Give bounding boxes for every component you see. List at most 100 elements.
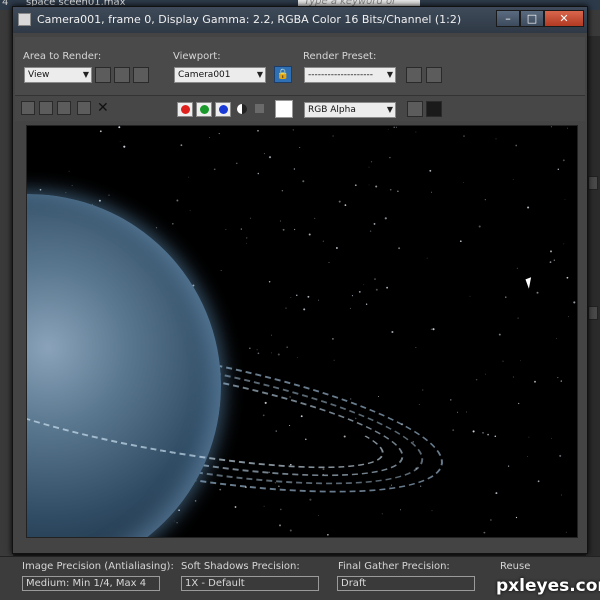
star (556, 338, 557, 339)
rendered-image-viewport[interactable] (26, 125, 578, 538)
save-image-icon[interactable] (21, 101, 35, 115)
star (462, 181, 464, 183)
star (293, 168, 296, 170)
auto-region-icon[interactable] (114, 67, 130, 83)
star (562, 159, 565, 162)
star (527, 206, 530, 209)
star (517, 317, 519, 319)
star (292, 129, 294, 131)
star (505, 296, 507, 298)
final-gather-field[interactable]: Draft (337, 576, 475, 591)
star (429, 169, 432, 172)
star (189, 210, 191, 212)
blue-channel-toggle[interactable] (215, 102, 231, 117)
star (331, 337, 334, 340)
alpha-channel-icon[interactable] (237, 104, 247, 114)
star (557, 168, 559, 170)
color-swatch[interactable] (275, 100, 293, 118)
star (389, 156, 391, 159)
star (368, 184, 370, 186)
background-side-tab[interactable] (588, 306, 598, 320)
window-app-icon (18, 13, 31, 26)
star (568, 316, 569, 318)
render-setup-icon[interactable] (406, 67, 422, 83)
star (495, 138, 497, 140)
background-number: 4 (2, 0, 9, 8)
star (363, 284, 365, 286)
area-to-render-dropdown[interactable]: View ▼ (24, 67, 92, 83)
star (515, 144, 518, 147)
star (549, 261, 552, 263)
star (487, 433, 489, 436)
soft-shadows-label: Soft Shadows Precision: (181, 561, 300, 572)
viewport-dropdown[interactable]: Camera001 ▼ (174, 67, 266, 83)
star (507, 465, 510, 467)
display-channel-value: RGB Alpha (308, 105, 356, 115)
star (180, 144, 183, 147)
monochrome-icon[interactable] (255, 104, 264, 113)
star (118, 126, 121, 129)
star (430, 328, 432, 330)
star (553, 259, 555, 261)
star (520, 360, 521, 362)
lock-icon[interactable]: 🔒 (274, 66, 292, 83)
green-channel-toggle[interactable] (196, 102, 212, 117)
star (560, 380, 562, 382)
watermark-logo: pxleyes.com (496, 576, 600, 596)
star (395, 126, 397, 128)
copy-image-icon[interactable] (39, 101, 53, 115)
image-precision-field[interactable]: Medium: Min 1/4, Max 4 (22, 576, 160, 591)
star (370, 161, 373, 163)
star (387, 128, 389, 130)
viewport-label: Viewport: (173, 51, 221, 62)
display-channel-dropdown[interactable]: RGB Alpha ▼ (304, 102, 396, 118)
minimize-button[interactable]: – (496, 10, 520, 27)
star (176, 199, 179, 202)
star (551, 437, 552, 439)
star (431, 510, 433, 512)
edit-region-icon[interactable] (95, 67, 111, 83)
star (550, 126, 552, 128)
star (557, 377, 559, 379)
star (457, 411, 459, 413)
final-gather-label: Final Gather Precision: (338, 561, 450, 572)
star (559, 454, 562, 457)
star (108, 194, 110, 196)
star (271, 334, 273, 336)
star (512, 376, 514, 378)
star (512, 179, 514, 180)
maximize-button[interactable]: □ (520, 10, 544, 27)
star (378, 396, 380, 397)
window-title: Camera001, frame 0, Display Gamma: 2.2, … (37, 13, 462, 26)
star (400, 509, 402, 511)
star (422, 389, 424, 391)
toggle-ui-icon[interactable] (426, 101, 442, 117)
star (209, 137, 210, 138)
star (528, 436, 530, 438)
clone-frame-icon[interactable] (57, 101, 71, 115)
close-button[interactable]: ✕ (544, 10, 584, 27)
star (213, 168, 216, 171)
print-icon[interactable] (77, 101, 91, 115)
star (564, 199, 566, 200)
environment-effects-icon[interactable] (426, 67, 442, 83)
red-channel-toggle[interactable] (177, 102, 193, 117)
star (389, 188, 392, 191)
star (398, 247, 401, 250)
star (296, 294, 298, 296)
star (277, 353, 280, 356)
star (219, 488, 222, 491)
star (246, 242, 247, 244)
star (452, 429, 455, 431)
star (220, 270, 222, 271)
toggle-ui-overlay-icon[interactable] (407, 101, 423, 117)
star (472, 430, 475, 433)
clear-icon[interactable]: ✕ (97, 100, 109, 116)
background-side-tab[interactable] (588, 176, 598, 190)
region-select-icon[interactable] (133, 67, 149, 83)
star (249, 217, 252, 219)
soft-shadows-field[interactable]: 1X - Default (181, 576, 319, 591)
chevron-down-icon: ▼ (386, 70, 393, 79)
star (286, 346, 289, 349)
render-preset-dropdown[interactable]: -------------------- ▼ (304, 67, 396, 83)
